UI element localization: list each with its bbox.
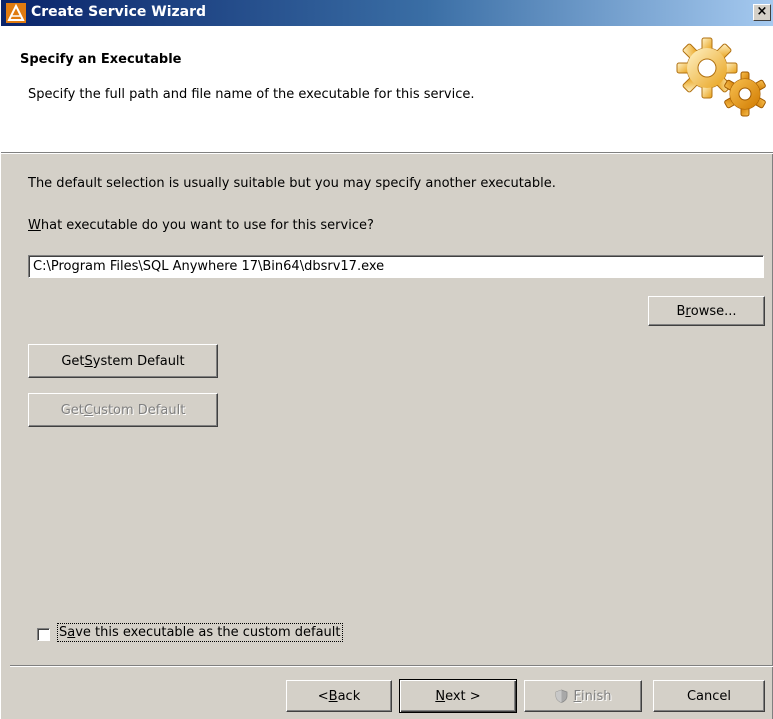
label-text: Get [61,353,85,369]
create-service-wizard-window: Create Service Wizard × Specify an Execu… [0,0,773,719]
mnemonic: F [573,688,581,704]
mnemonic: W [28,218,41,233]
label-text: B [676,303,686,319]
label-text: hat executable do you want to use for th… [40,218,374,233]
mnemonic: S [84,353,93,369]
back-button[interactable]: < Back [286,680,392,712]
shield-icon [555,689,567,703]
sql-anywhere-app-icon [6,3,26,23]
mnemonic: N [435,688,446,704]
label-text: ack [337,688,361,704]
close-icon: × [756,4,768,19]
save-custom-default-label[interactable]: Save this executable as the custom defau… [57,623,343,642]
executable-question-label: What executable do you want to use for t… [28,218,374,233]
finish-button[interactable]: Finish [524,680,642,712]
page-description: Specify the full path and file name of t… [28,87,475,102]
label-text: inish [581,688,612,704]
label-text: ext > [445,688,481,704]
window-title: Create Service Wizard [31,4,207,20]
page-title: Specify an Executable [20,52,182,67]
title-bar[interactable]: Create Service Wizard × [1,0,773,26]
mnemonic: C [83,402,93,418]
label-text: ustom Default [92,402,186,418]
next-button[interactable]: Next > [399,679,517,713]
label-text: ve this executable as the custom default [75,625,341,640]
label-text: owse... [690,303,737,319]
browse-button[interactable]: Br owse... [648,296,765,326]
executable-path-input[interactable] [28,255,764,278]
cancel-button[interactable]: Cancel [653,680,765,712]
label-text: ystem Default [92,353,185,369]
header-divider [1,152,773,154]
intro-text: The default selection is usually suitabl… [28,176,556,191]
save-custom-default-checkbox[interactable] [37,628,50,641]
label-text: Get [60,402,84,418]
footer-divider [10,665,773,667]
get-custom-default-button[interactable]: Get Custom Default [28,393,218,427]
mnemonic: B [328,688,338,704]
gears-icon [676,37,766,117]
label-text: < [317,688,329,704]
get-system-default-button[interactable]: Get System Default [28,344,218,378]
close-button[interactable]: × [753,4,771,21]
